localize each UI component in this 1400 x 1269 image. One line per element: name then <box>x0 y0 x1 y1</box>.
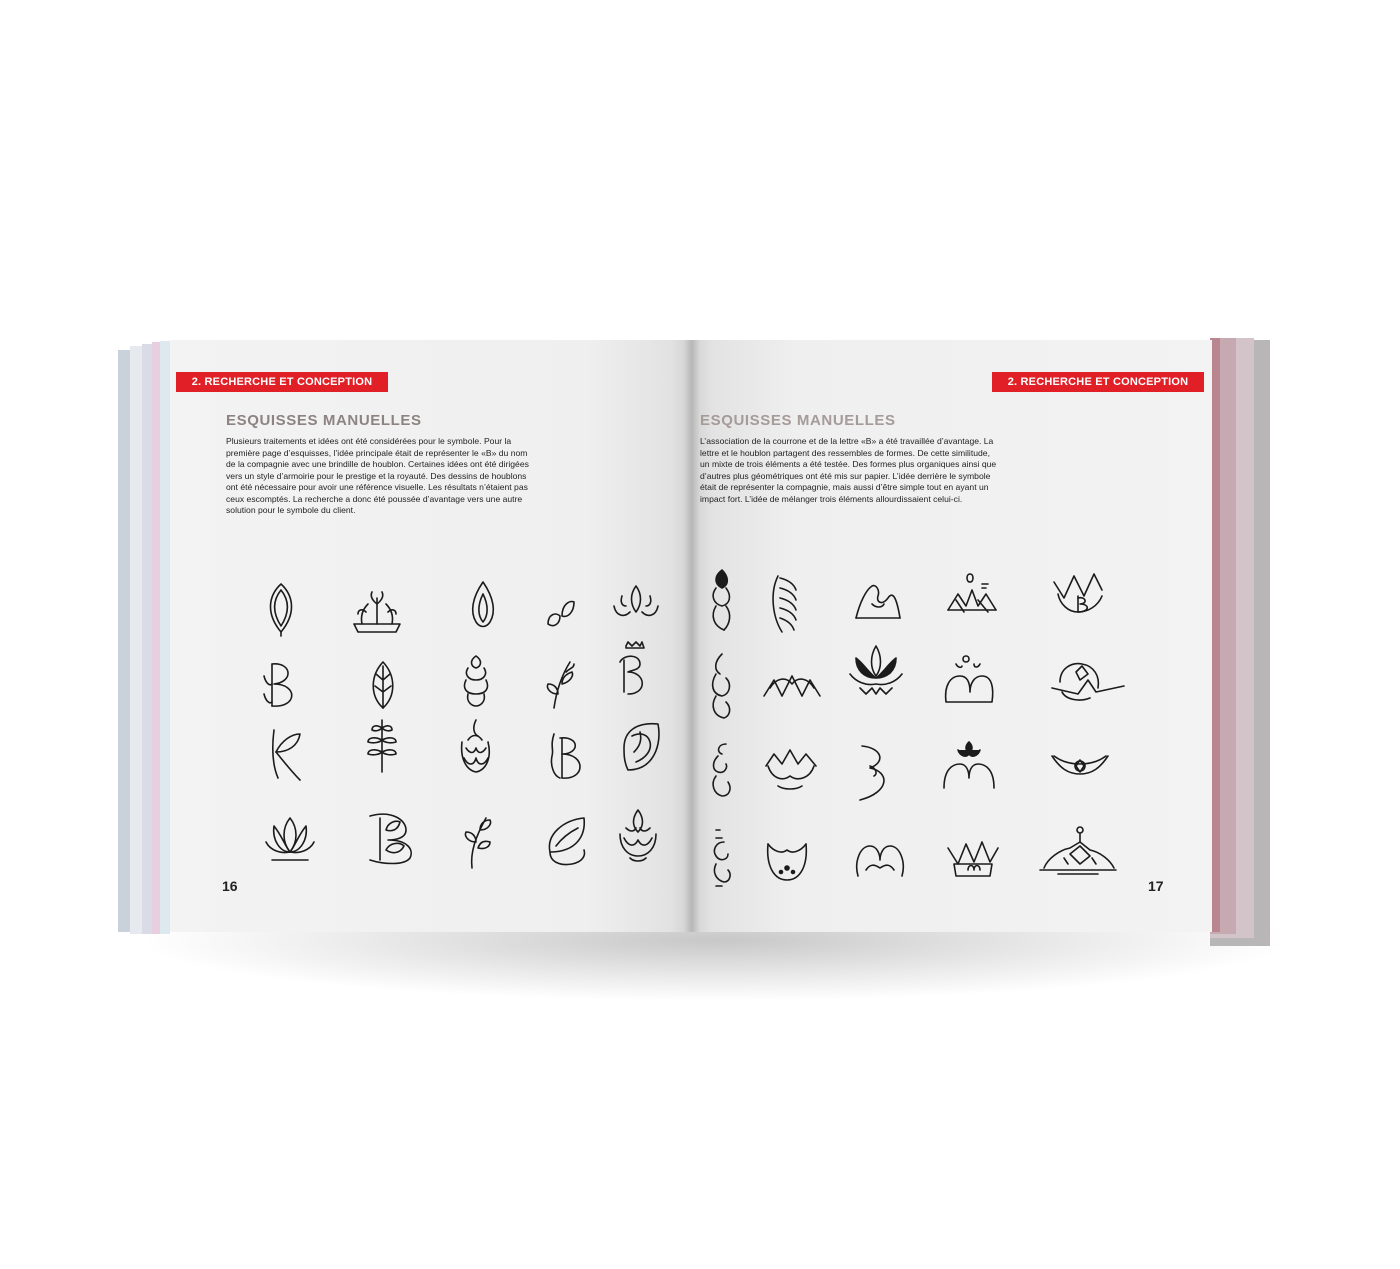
wheat-crown-b-icon <box>944 570 1000 622</box>
lotus-crown-icon <box>846 642 906 706</box>
flat-crown-icon <box>1048 746 1112 790</box>
b-leaf-icon <box>366 808 416 866</box>
sprout-icon <box>542 590 576 648</box>
m-tiara-icon <box>940 738 998 798</box>
leaf-b-icon <box>258 656 304 714</box>
open-book: 2. Recherche et conception Esquisses man… <box>0 0 1400 1269</box>
hop-flame-tall-icon <box>452 718 498 776</box>
page-number: 16 <box>222 878 238 894</box>
flame-hop-icon <box>612 806 664 864</box>
compass-a-icon <box>1048 658 1128 706</box>
hop-leaf-outline-icon <box>366 656 400 714</box>
leaf-cup-icon <box>542 812 590 870</box>
bowl-face-icon <box>762 836 812 886</box>
crown-leaves-icon <box>610 576 662 634</box>
hop-stack-icon <box>706 566 734 636</box>
body-paragraph: Plusieurs traitements et idées ont été c… <box>226 436 529 515</box>
b-mountain-icon <box>1036 824 1120 888</box>
b-arc-icon <box>856 740 890 804</box>
hop-ribs-icon <box>768 572 802 636</box>
hop-flame-icon <box>466 578 500 636</box>
m-crown-icon <box>852 578 904 628</box>
hop-leaf-icon <box>258 580 304 638</box>
crown-b-icon <box>1048 566 1108 622</box>
m-wave-icon <box>852 838 908 884</box>
branch-icon <box>540 654 578 712</box>
hop-cone-icon <box>456 652 496 710</box>
page-number: 17 <box>1148 878 1164 894</box>
zigzag-crown-icon <box>760 666 824 712</box>
book-gutter <box>684 340 700 932</box>
wheat-branch-icon <box>356 716 408 774</box>
spiral-hop-icon <box>706 824 734 894</box>
lotus-icon <box>262 814 318 872</box>
body-paragraph: L’association de la courrone et de la le… <box>700 436 997 504</box>
chapter-tag: 2. Recherche et conception <box>992 372 1204 392</box>
leaf-k-icon <box>258 724 304 782</box>
left-page-edge <box>160 341 170 934</box>
left-page: 2. Recherche et conception Esquisses man… <box>170 340 692 932</box>
right-page: 2. Recherche et conception Esquisses man… <box>692 340 1212 932</box>
crowned-b-icon <box>610 640 656 698</box>
b-loaf-icon <box>942 648 996 708</box>
section-title: Esquisses manuelles <box>226 412 422 429</box>
crown-wheat-icon <box>348 584 406 642</box>
hop-curve-icon <box>706 650 734 722</box>
lotus-bowl-icon <box>762 744 820 792</box>
section-title: Esquisses manuelles <box>700 412 896 429</box>
vine-icon <box>460 812 494 870</box>
curl-hop-icon <box>706 740 734 802</box>
chapter-tag: 2. Recherche et conception <box>176 372 388 392</box>
stylized-b-icon <box>546 726 590 784</box>
crown-m-icon <box>944 834 1002 884</box>
leaf-shield-icon <box>618 718 664 776</box>
